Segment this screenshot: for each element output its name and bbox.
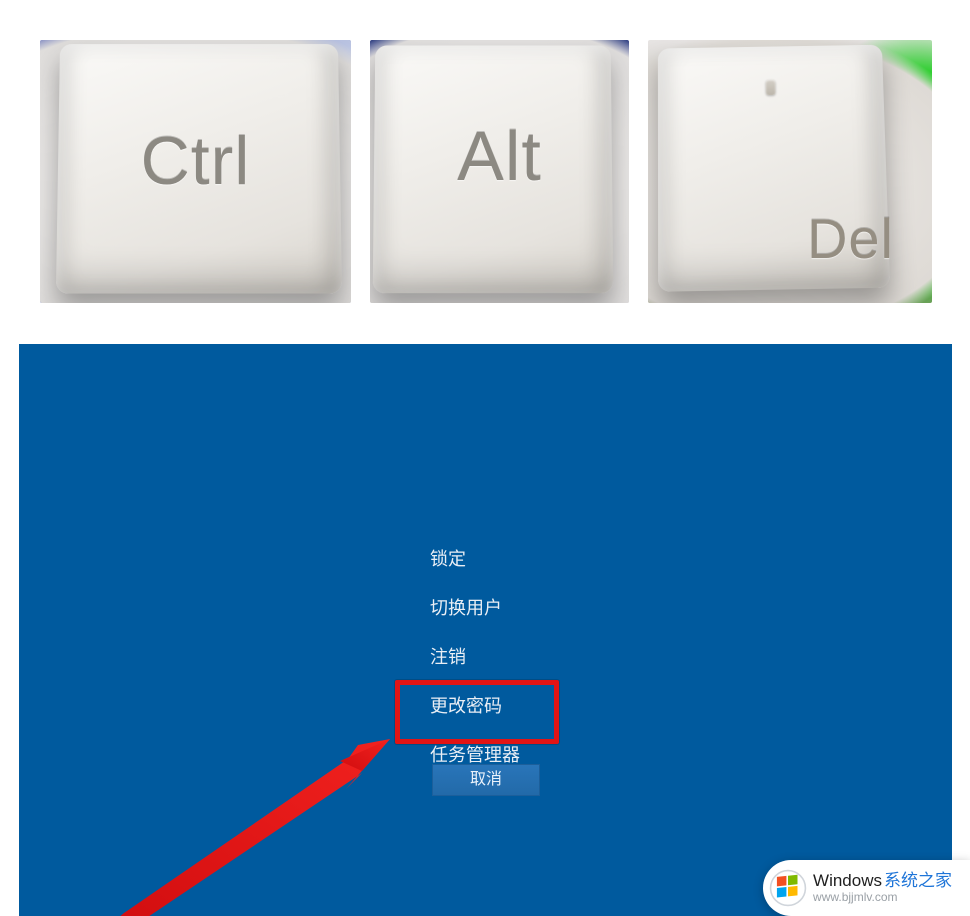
- key-photo-alt: Alt: [370, 40, 629, 303]
- watermark-brand-cn: 系统之家: [884, 871, 952, 890]
- key-cap: [373, 45, 614, 293]
- menu-item-change-password[interactable]: 更改密码: [430, 687, 610, 725]
- security-menu: 锁定 切换用户 注销 更改密码 任务管理器: [430, 540, 610, 785]
- key-cap: [56, 44, 342, 293]
- watermark-url: www.bjjmlv.com: [813, 891, 952, 905]
- key-bump: [766, 79, 776, 95]
- watermark-brand-en: Windows: [813, 871, 882, 890]
- watermark-badge: Windows系统之家 www.bjjmlv.com: [763, 860, 970, 916]
- menu-item-lock[interactable]: 锁定: [430, 540, 610, 578]
- windows-logo-icon: [769, 869, 807, 907]
- menu-item-switch-user[interactable]: 切换用户: [430, 589, 610, 627]
- watermark-title: Windows系统之家: [813, 871, 952, 891]
- cancel-button[interactable]: 取消: [432, 764, 540, 796]
- menu-item-sign-out[interactable]: 注销: [430, 638, 610, 676]
- key-row: Ctrl Alt Del: [40, 40, 950, 303]
- key-photo-del: Del: [648, 40, 932, 303]
- key-cap: [658, 45, 890, 292]
- key-photo-ctrl: Ctrl: [40, 40, 351, 303]
